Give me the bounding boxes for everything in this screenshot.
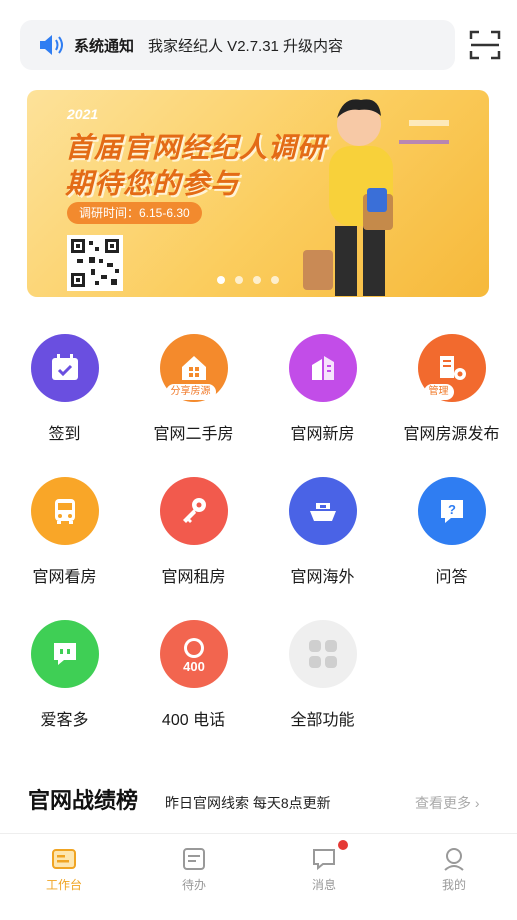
tab-label: 待办 <box>181 878 206 892</box>
tab-messages[interactable]: 消息 <box>284 846 364 893</box>
bottom-tab-bar: 工作台 待办 消息 我的 <box>0 833 517 920</box>
grid-item-checkin[interactable]: 签到 <box>0 334 129 444</box>
notice-message: 我家经纪人 V2.7.31 升级内容 <box>148 37 344 55</box>
grid-item-label: 官网二手房 <box>153 426 234 443</box>
grid-item-label: 官网新房 <box>290 426 355 443</box>
calendar-check-icon <box>30 334 99 402</box>
tab-label: 消息 <box>311 878 336 892</box>
system-notice-bar[interactable]: 系统通知 我家经纪人 V2.7.31 升级内容 <box>20 20 455 70</box>
view-more-link[interactable]: 查看更多 › <box>415 793 480 813</box>
carousel-indicator[interactable] <box>217 276 279 284</box>
question-bubble-icon: ? <box>417 477 486 545</box>
ship-icon <box>288 477 357 545</box>
banner-headline: 首届官网经纪人调研 <box>65 132 327 163</box>
carousel-dot[interactable] <box>235 276 243 284</box>
building-settings-icon: 管理 <box>417 334 486 402</box>
grid-item-label: 官网海外 <box>290 569 355 586</box>
ranking-subtitle: 昨日官网线索 每天8点更新 <box>165 795 331 811</box>
tab-todo[interactable]: 待办 <box>154 846 234 893</box>
banner-date-tag: 调研时间：6.15-6.30 <box>67 202 202 224</box>
ranking-title: 官网战绩榜 <box>28 788 139 813</box>
grid-item-label: 官网看房 <box>32 569 97 586</box>
bus-icon <box>30 477 99 545</box>
notice-title: 系统通知 <box>74 37 135 55</box>
grid-item-label: 400 电话 <box>161 712 226 729</box>
grid-item-label: 爱客多 <box>40 712 89 729</box>
grid-item-rental[interactable]: 官网租房 <box>129 477 258 587</box>
speaker-icon <box>40 35 63 55</box>
house-icon: 分享房源 <box>159 334 228 402</box>
tab-label: 工作台 <box>45 878 82 892</box>
banner-year: 2021 <box>67 106 99 122</box>
tab-profile[interactable]: 我的 <box>414 846 494 893</box>
workbench-icon <box>52 849 76 869</box>
carousel-dot[interactable] <box>217 276 225 284</box>
grid-item-aikeduo[interactable]: 爱客多 <box>0 620 129 730</box>
notification-badge <box>338 840 348 850</box>
grid-item-hotline[interactable]: 400 400 电话 <box>129 620 258 730</box>
chat-bubble-icon <box>30 620 99 688</box>
carousel-dot[interactable] <box>271 276 279 284</box>
character-illustration <box>303 99 449 296</box>
svg-text:400: 400 <box>183 659 205 674</box>
grid-item-all-functions[interactable]: 全部功能 <box>258 620 387 730</box>
todo-icon <box>183 848 205 870</box>
tab-workbench[interactable]: 工作台 <box>24 846 104 893</box>
message-icon <box>313 849 335 871</box>
manage-tag: 管理 <box>423 384 454 400</box>
svg-text:?: ? <box>448 502 456 517</box>
grid-item-label: 签到 <box>48 426 81 443</box>
promo-banner[interactable]: 2021 首届官网经纪人调研 期待您的参与 调研时间：6.15-6.30 <box>27 90 489 297</box>
building-icon <box>288 334 357 402</box>
key-icon <box>159 477 228 545</box>
tab-label: 我的 <box>441 878 466 892</box>
qr-code-icon <box>67 235 123 291</box>
grid-item-overseas[interactable]: 官网海外 <box>258 477 387 587</box>
hotline-400-icon: 400 <box>159 620 228 688</box>
grid-item-label: 问答 <box>435 569 468 586</box>
grid-item-label: 官网租房 <box>161 569 226 586</box>
grid-item-label: 官网房源发布 <box>403 426 500 443</box>
grid-apps-icon <box>288 620 357 688</box>
scan-icon[interactable] <box>468 28 502 62</box>
share-listing-tag: 分享房源 <box>165 384 216 400</box>
grid-item-second-hand[interactable]: 分享房源 官网二手房 <box>129 334 258 444</box>
grid-item-qa[interactable]: ? 问答 <box>387 477 516 587</box>
banner-subheadline: 期待您的参与 <box>65 168 240 199</box>
grid-item-label: 全部功能 <box>290 712 355 729</box>
grid-item-new-home[interactable]: 官网新房 <box>258 334 387 444</box>
carousel-dot[interactable] <box>253 276 261 284</box>
grid-item-viewing[interactable]: 官网看房 <box>0 477 129 587</box>
grid-item-listing-publish[interactable]: 管理 官网房源发布 <box>387 334 516 444</box>
user-icon <box>444 848 464 871</box>
